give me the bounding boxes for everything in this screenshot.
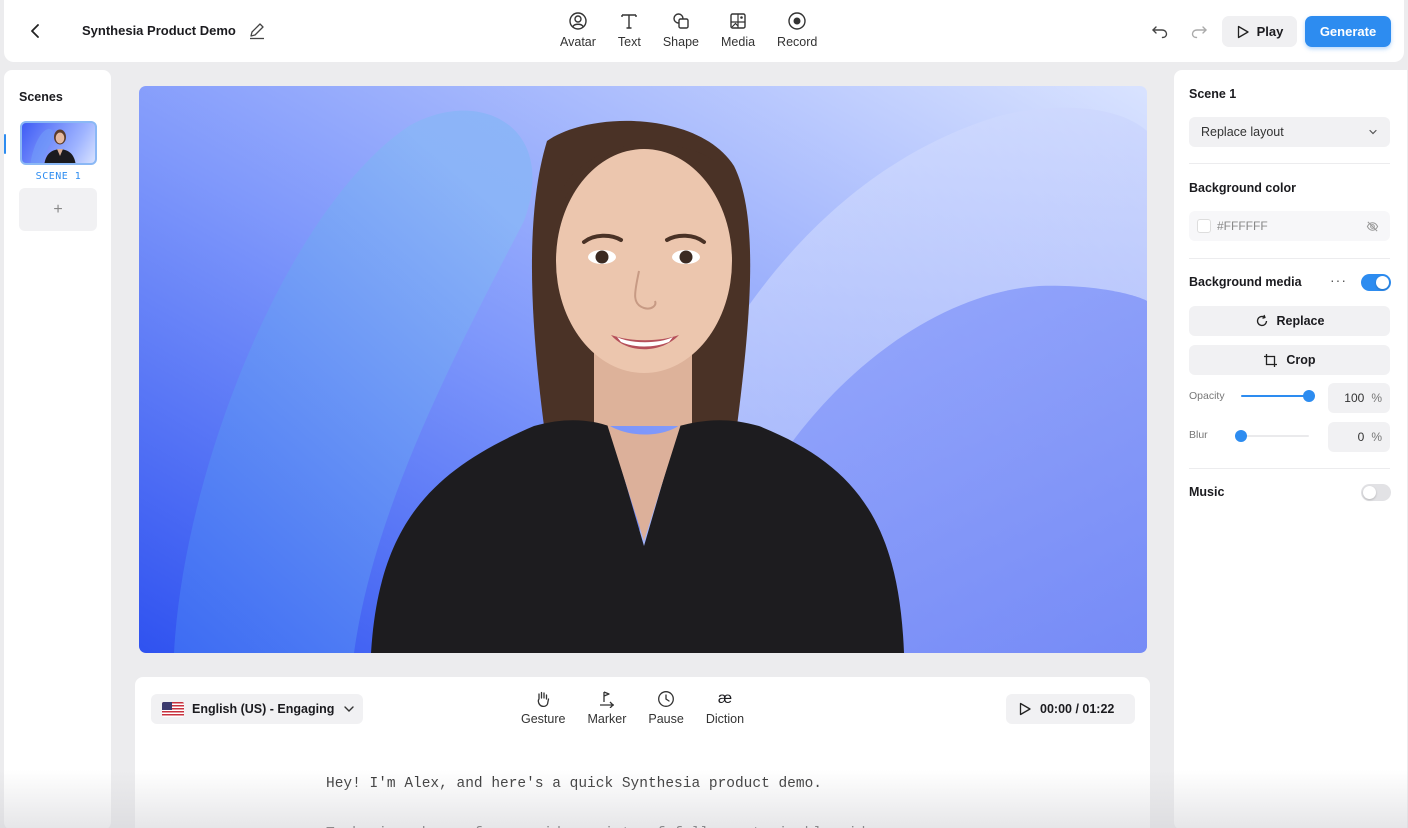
script-toolbar: Gesture Marker Pause æ Diction [521,689,766,726]
record-icon [786,10,808,32]
add-scene-button[interactable]: + [19,188,97,231]
tool-gesture-label: Gesture [521,712,566,726]
tool-text-label: Text [617,35,641,49]
divider [1189,468,1390,469]
chevron-down-icon [1369,129,1377,135]
percent-unit: % [1371,430,1382,444]
layout-select-label: Replace layout [1201,125,1284,139]
shape-icon [670,10,692,32]
back-icon[interactable] [22,17,50,45]
blur-label: Blur [1189,429,1208,441]
timer-text: 00:00 / 01:22 [1040,702,1115,716]
divider [1189,163,1390,164]
redo-icon[interactable] [1187,19,1211,43]
crop-label: Crop [1286,353,1316,367]
us-flag-icon [162,701,184,717]
properties-panel: Scene 1 Replace layout Background color … [1174,70,1407,828]
project-title[interactable]: Synthesia Product Demo [82,23,236,38]
generate-button[interactable]: Generate [1305,16,1391,47]
percent-unit: % [1371,391,1382,405]
script-line: Hey! I'm Alex, and here's a quick Synthe… [326,776,822,792]
background-media-title: Background media [1189,275,1302,289]
video-canvas[interactable] [139,86,1147,653]
toggle-knob [1363,486,1376,499]
tool-media-label: Media [721,35,756,49]
media-icon [727,10,749,32]
chevron-down-icon [344,706,355,712]
edit-title-icon[interactable] [247,21,267,41]
opacity-slider[interactable] [1241,389,1315,403]
diction-icon: æ [717,690,733,707]
play-icon [1019,702,1031,716]
color-swatch[interactable] [1197,219,1211,233]
marker-icon [597,689,617,709]
tool-diction[interactable]: æ Diction [706,689,744,726]
scene-label: SCENE 1 [35,171,82,182]
voice-selector[interactable]: English (US) - Engaging [151,694,363,724]
more-options-icon[interactable]: ··· [1330,272,1347,288]
tool-record-label: Record [777,35,818,49]
background-color-field[interactable]: #FFFFFF [1189,211,1390,241]
tool-marker[interactable]: Marker [587,689,626,726]
avatar-icon [567,10,589,32]
active-scene-indicator [4,134,6,154]
voice-label: English (US) - Engaging [192,702,335,716]
divider [1189,258,1390,259]
crop-icon [1264,353,1278,367]
insert-toolbar: Avatar Text Shape Media Record [560,10,839,49]
blur-input[interactable]: 0 % [1328,422,1390,452]
tool-record[interactable]: Record [777,10,817,49]
gesture-icon [533,689,553,709]
scene-properties-title: Scene 1 [1189,87,1237,101]
script-line: To begin, choose from a wide variety of … [326,809,883,828]
slider-track [1241,435,1309,437]
tool-pause-label: Pause [648,712,684,726]
background-media-toggle[interactable] [1361,274,1391,291]
tool-marker-label: Marker [587,712,627,726]
slider-fill [1241,395,1309,397]
scenes-title: Scenes [19,90,63,104]
play-button[interactable]: Play [1222,16,1297,47]
crop-media-button[interactable]: Crop [1189,345,1390,375]
tool-avatar[interactable]: Avatar [560,10,596,49]
opacity-input[interactable]: 100 % [1328,383,1390,413]
blur-slider[interactable] [1235,429,1309,443]
scenes-panel: Scenes SCENE 1 + [4,70,111,828]
toggle-knob [1376,276,1389,289]
tool-gesture[interactable]: Gesture [521,689,565,726]
tool-pause[interactable]: Pause [648,689,684,726]
eye-off-icon[interactable] [1366,220,1379,233]
play-icon [1237,25,1249,38]
slider-thumb[interactable] [1235,430,1247,442]
pause-icon [656,689,676,709]
blur-value: 0 [1357,430,1365,444]
background-color-value: #FFFFFF [1217,219,1268,233]
tool-diction-label: Diction [705,712,745,726]
slider-thumb[interactable] [1303,390,1315,402]
script-editor[interactable]: Hey! I'm Alex, and here's a quick Synthe… [326,759,883,828]
scene-thumbnail[interactable] [20,121,97,165]
music-title: Music [1189,485,1225,499]
opacity-value: 100 [1344,391,1365,405]
refresh-icon [1256,314,1267,327]
preview-timer-button[interactable]: 00:00 / 01:22 [1006,694,1135,724]
tool-avatar-label: Avatar [560,35,596,49]
tool-shape[interactable]: Shape [663,10,699,49]
replace-label: Replace [1276,314,1325,328]
tool-shape-label: Shape [662,35,699,49]
undo-icon[interactable] [1148,19,1172,43]
replace-media-button[interactable]: Replace [1189,306,1390,336]
tool-media[interactable]: Media [721,10,755,49]
top-toolbar: Synthesia Product Demo Avatar Text Shape [4,0,1404,62]
tool-text[interactable]: Text [618,10,641,49]
music-toggle[interactable] [1361,484,1391,501]
background-color-title: Background color [1189,181,1296,195]
play-label: Play [1256,24,1284,39]
text-icon [618,10,640,32]
script-panel: English (US) - Engaging Gesture Marker P… [135,677,1150,828]
replace-layout-select[interactable]: Replace layout [1189,117,1390,147]
opacity-label: Opacity [1189,390,1225,402]
